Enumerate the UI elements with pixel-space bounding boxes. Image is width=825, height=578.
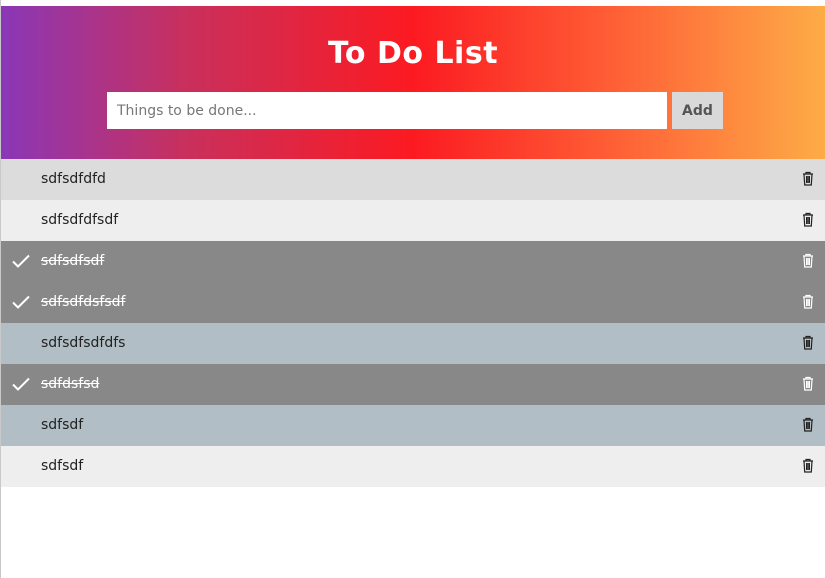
trash-icon[interactable] xyxy=(802,417,814,432)
input-row: Add xyxy=(107,92,723,129)
todo-item[interactable]: sdfsdfdfsdf xyxy=(1,200,825,241)
todo-item-checked[interactable]: sdfsdfdsfsdf xyxy=(1,282,825,323)
todo-item-checked[interactable]: sdfdsfsd xyxy=(1,364,825,405)
trash-icon[interactable] xyxy=(802,171,814,186)
todo-text: sdfsdfdfd xyxy=(41,171,106,187)
trash-icon[interactable] xyxy=(802,253,814,268)
todo-item[interactable]: sdfsdf xyxy=(1,446,825,487)
todo-input[interactable] xyxy=(107,92,667,129)
todo-list: sdfsdfdfd sdfsdfdfsdf sdfsdfsdf sdfsdfds… xyxy=(1,159,825,487)
trash-icon[interactable] xyxy=(802,458,814,473)
check-icon xyxy=(12,377,30,391)
trash-icon[interactable] xyxy=(802,335,814,350)
todo-item-checked[interactable]: sdfsdfsdf xyxy=(1,241,825,282)
page-title: To Do List xyxy=(327,36,499,71)
todo-item[interactable]: sdfsdfdfd xyxy=(1,159,825,200)
todo-text: sdfsdfdsfsdf xyxy=(41,294,126,310)
check-icon xyxy=(12,295,30,309)
trash-icon[interactable] xyxy=(802,376,814,391)
todo-item[interactable]: sdfsdfsdfdfs xyxy=(1,323,825,364)
todo-app: To Do List Add sdfsdfdfd sdfsdfdfsdf sdf… xyxy=(0,0,825,578)
trash-icon[interactable] xyxy=(802,212,814,227)
trash-icon[interactable] xyxy=(802,294,814,309)
todo-item[interactable]: sdfsdf xyxy=(1,405,825,446)
todo-text: sdfsdfsdfdfs xyxy=(41,335,126,351)
check-icon xyxy=(12,254,30,268)
header: To Do List Add xyxy=(1,6,825,159)
todo-text: sdfsdf xyxy=(41,417,84,433)
todo-text: sdfsdfsdf xyxy=(41,253,105,269)
todo-text: sdfsdf xyxy=(41,458,84,474)
todo-text: sdfdsfsd xyxy=(41,376,100,392)
todo-text: sdfsdfdfsdf xyxy=(41,212,119,228)
add-button[interactable]: Add xyxy=(672,92,723,129)
